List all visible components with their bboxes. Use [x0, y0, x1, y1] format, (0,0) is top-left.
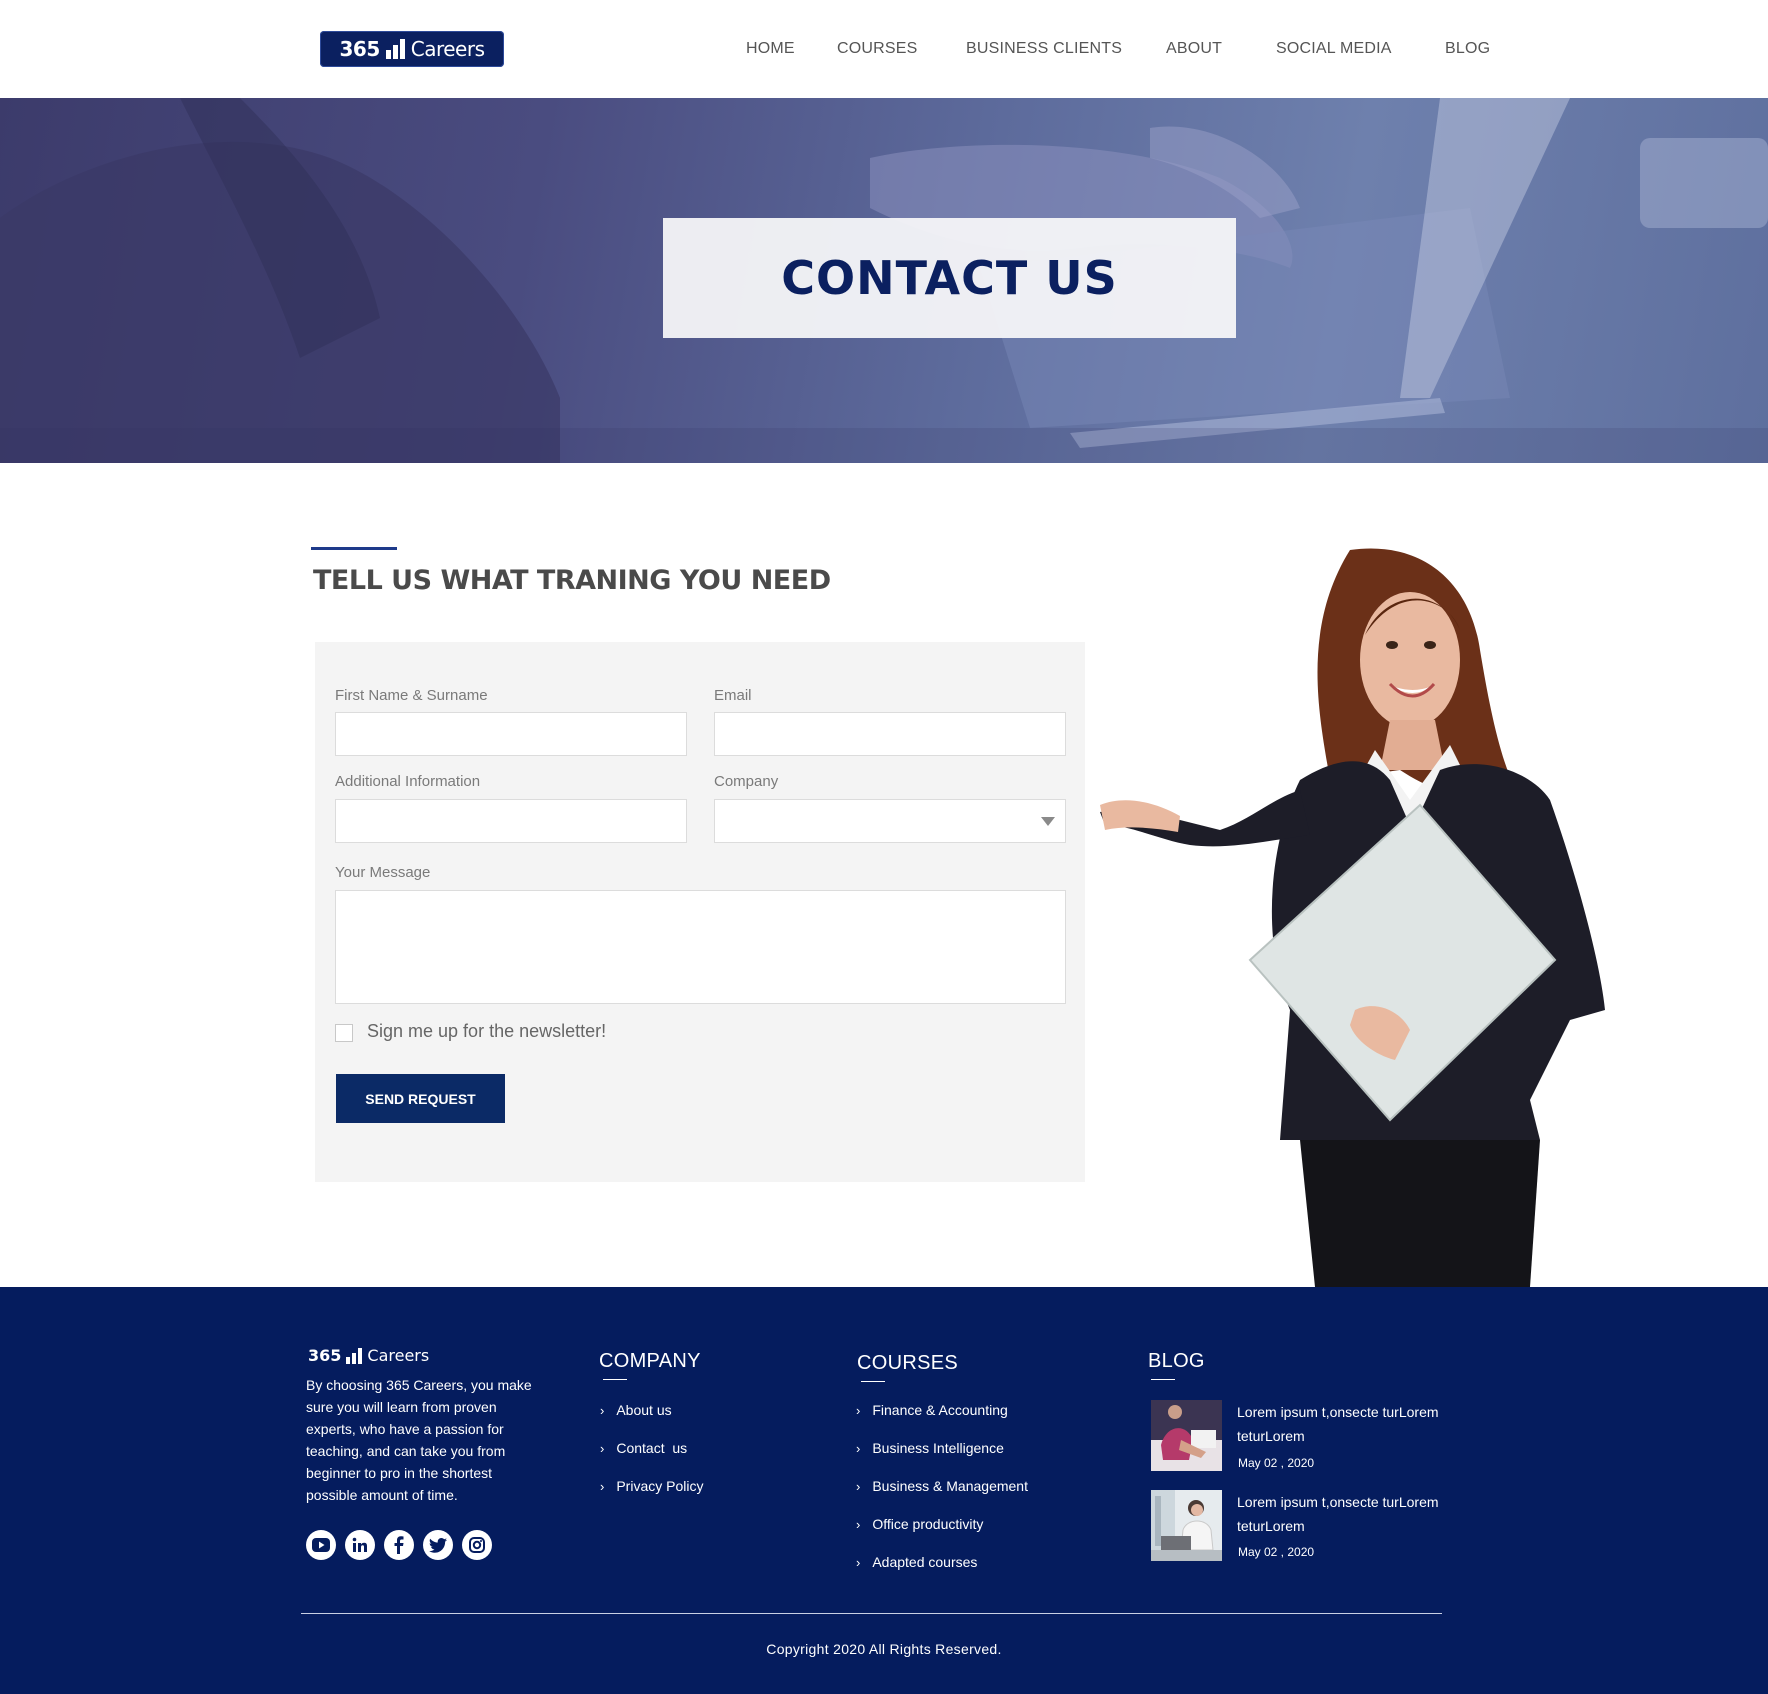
- message-textarea[interactable]: [335, 890, 1066, 1004]
- footer-link-label: Business Intelligence: [872, 1440, 1004, 1456]
- company-select[interactable]: [714, 799, 1066, 843]
- company-label: Company: [714, 773, 779, 790]
- footer-link-label: Office productivity: [872, 1516, 984, 1532]
- chevron-right-icon: ›: [600, 1440, 605, 1456]
- youtube-icon[interactable]: [306, 1530, 336, 1560]
- chevron-right-icon: ›: [856, 1478, 861, 1494]
- name-field[interactable]: [335, 712, 687, 756]
- footer-company-heading: COMPANY: [599, 1350, 701, 1372]
- section-accent-line: [311, 547, 397, 550]
- footer-heading-underline: [603, 1379, 627, 1380]
- chevron-right-icon: ›: [856, 1554, 861, 1570]
- footer-link-privacy-policy[interactable]: › Privacy Policy: [600, 1478, 703, 1494]
- footer-link-label: Adapted courses: [872, 1554, 978, 1570]
- footer-link-business-management[interactable]: › Business & Management: [856, 1478, 1028, 1494]
- footer-logo-number: 365: [308, 1346, 342, 1365]
- linkedin-icon[interactable]: [345, 1530, 375, 1560]
- blog-post-title[interactable]: Lorem ipsum t,onsecte turLorem teturLore…: [1237, 1490, 1447, 1538]
- newsletter-label[interactable]: Sign me up for the newsletter!: [367, 1021, 606, 1042]
- chevron-right-icon: ›: [600, 1478, 605, 1494]
- footer-link-about-us[interactable]: › About us: [600, 1402, 672, 1418]
- hero-banner: CONTACT US: [0, 98, 1768, 463]
- footer-heading-underline: [861, 1381, 885, 1382]
- footer-link-label: Privacy Policy: [616, 1478, 704, 1494]
- footer-link-label: Contact us: [616, 1440, 688, 1456]
- blog-post-date: May 02 , 2020: [1238, 1456, 1315, 1470]
- footer-logo[interactable]: 365 Careers: [308, 1346, 429, 1365]
- footer-heading-underline: [1151, 1379, 1175, 1380]
- twitter-icon[interactable]: [423, 1530, 453, 1560]
- facebook-icon[interactable]: [384, 1530, 414, 1560]
- contact-form: First Name & Surname Email Additional In…: [315, 642, 1085, 1182]
- nav-courses[interactable]: COURSES: [837, 40, 918, 58]
- nav-about[interactable]: ABOUT: [1166, 40, 1222, 58]
- site-footer: 365 Careers By choosing 365 Careers, you…: [0, 1287, 1768, 1694]
- email-label: Email: [714, 687, 752, 704]
- footer-about-text: By choosing 365 Careers, you make sure y…: [306, 1377, 532, 1503]
- instagram-icon[interactable]: [462, 1530, 492, 1560]
- chevron-right-icon: ›: [856, 1440, 861, 1456]
- hero-title-box: CONTACT US: [663, 218, 1236, 338]
- copyright-text: Copyright 2020 All Rights Reserved.: [766, 1641, 1002, 1657]
- bar-chart-icon: [346, 1347, 363, 1364]
- chevron-down-icon: [1041, 817, 1055, 826]
- chevron-right-icon: ›: [856, 1516, 861, 1532]
- footer-link-label: Finance & Accounting: [872, 1402, 1008, 1418]
- page-title: CONTACT US: [781, 251, 1118, 305]
- blog-thumbnail-2[interactable]: [1151, 1490, 1222, 1561]
- section-title: TELL US WHAT TRANING YOU NEED: [313, 565, 831, 596]
- footer-link-adapted-courses[interactable]: › Adapted courses: [856, 1554, 977, 1570]
- blog-post-title[interactable]: Lorem ipsum t,onsecte turLorem teturLore…: [1237, 1400, 1447, 1448]
- nav-home[interactable]: HOME: [746, 40, 795, 58]
- blog-post-date: May 02 , 2020: [1238, 1545, 1315, 1559]
- footer-link-label: About us: [616, 1402, 672, 1418]
- brand-logo[interactable]: 365 Careers: [320, 31, 504, 67]
- logo-number: 365: [339, 37, 380, 61]
- footer-link-office-productivity[interactable]: › Office productivity: [856, 1516, 983, 1532]
- chevron-right-icon: ›: [600, 1402, 605, 1418]
- nav-business-clients[interactable]: BUSINESS CLIENTS: [966, 40, 1122, 58]
- logo-word: Careers: [410, 37, 485, 61]
- footer-link-contact-us[interactable]: › Contact us: [600, 1440, 687, 1456]
- email-field[interactable]: [714, 712, 1066, 756]
- message-label: Your Message: [335, 864, 431, 881]
- businesswoman-image: [1100, 548, 1605, 1287]
- additional-info-label: Additional Information: [335, 773, 481, 790]
- newsletter-checkbox[interactable]: [335, 1024, 353, 1042]
- blog-thumbnail-1[interactable]: [1151, 1400, 1222, 1471]
- social-links: [306, 1530, 492, 1560]
- footer-blog-heading: BLOG: [1148, 1350, 1205, 1372]
- footer-logo-word: Careers: [367, 1346, 430, 1365]
- footer-divider: [301, 1613, 1442, 1614]
- site-header: 365 Careers HOME COURSES BUSINESS CLIENT…: [0, 0, 1768, 98]
- footer-link-label: Business & Management: [872, 1478, 1028, 1494]
- name-label: First Name & Surname: [335, 687, 488, 704]
- chevron-right-icon: ›: [856, 1402, 861, 1418]
- footer-link-finance[interactable]: › Finance & Accounting: [856, 1402, 1008, 1418]
- send-request-button[interactable]: SEND REQUEST: [336, 1074, 505, 1123]
- bar-chart-icon: [385, 39, 405, 59]
- nav-social-media[interactable]: SOCIAL MEDIA: [1276, 40, 1392, 58]
- footer-courses-heading: COURSES: [857, 1352, 959, 1374]
- footer-link-business-intelligence[interactable]: › Business Intelligence: [856, 1440, 1004, 1456]
- nav-blog[interactable]: BLOG: [1445, 40, 1490, 58]
- additional-info-field[interactable]: [335, 799, 687, 843]
